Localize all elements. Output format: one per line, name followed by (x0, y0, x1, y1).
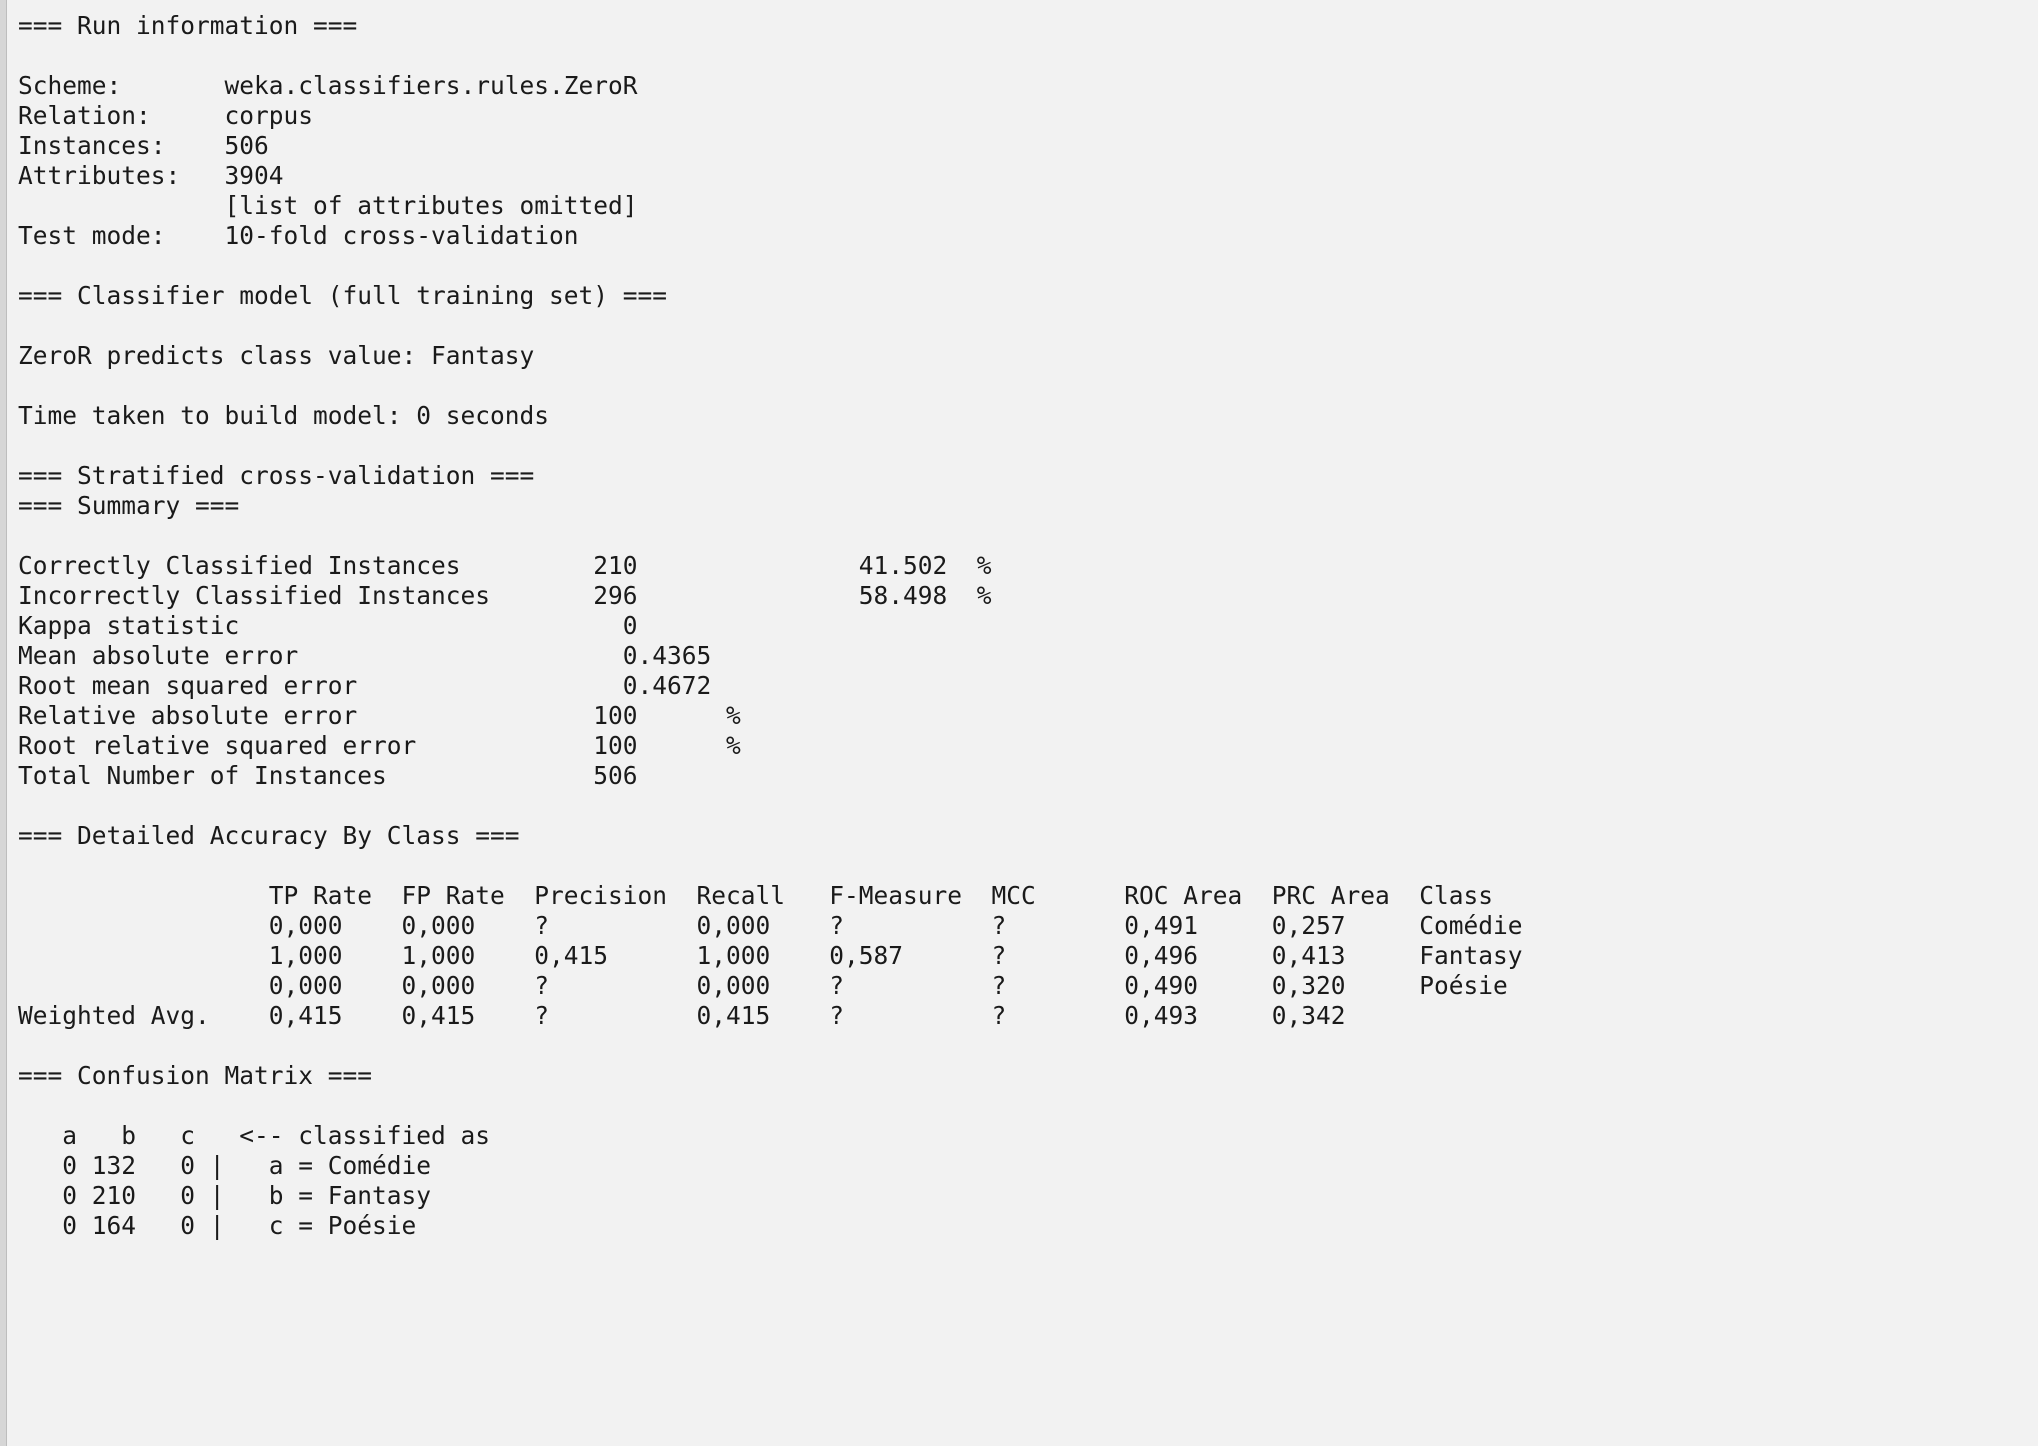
output-line: === Stratified cross-validation === (18, 461, 535, 490)
output-line: Weighted Avg. 0,415 0,415 ? 0,415 ? ? 0,… (18, 1001, 1346, 1030)
output-line: 0,000 0,000 ? 0,000 ? ? 0,490 0,320 Poés… (18, 971, 1508, 1000)
output-line: === Confusion Matrix === (18, 1061, 373, 1090)
output-line: a b c <-- classified as (18, 1121, 491, 1150)
output-line: Mean absolute error 0.4365 (18, 641, 712, 670)
output-line: Attributes: 3904 (18, 161, 284, 190)
output-line: Test mode: 10-fold cross-validation (18, 221, 579, 250)
output-line: Root relative squared error 100 % (18, 731, 741, 760)
output-line: Time taken to build model: 0 seconds (18, 401, 550, 430)
output-line: === Detailed Accuracy By Class === (18, 821, 520, 850)
output-line: 0 164 0 | c = Poésie (18, 1211, 417, 1240)
output-line: === Run information === (18, 11, 358, 40)
output-line: Relation: corpus (18, 101, 314, 130)
output-line: Instances: 506 (18, 131, 269, 160)
output-line: Scheme: weka.classifiers.rules.ZeroR (18, 71, 638, 100)
output-line: Total Number of Instances 506 (18, 761, 638, 790)
output-line: Incorrectly Classified Instances 296 58.… (18, 581, 992, 610)
output-line: 0,000 0,000 ? 0,000 ? ? 0,491 0,257 Comé… (18, 911, 1523, 940)
output-line: 0 132 0 | a = Comédie (18, 1151, 432, 1180)
output-line: ZeroR predicts class value: Fantasy (18, 341, 535, 370)
output-line: Root mean squared error 0.4672 (18, 671, 712, 700)
output-line: Relative absolute error 100 % (18, 701, 741, 730)
output-line: 0 210 0 | b = Fantasy (18, 1181, 432, 1210)
output-line: Correctly Classified Instances 210 41.50… (18, 551, 992, 580)
output-line: 1,000 1,000 0,415 1,000 0,587 ? 0,496 0,… (18, 941, 1523, 970)
output-line: TP Rate FP Rate Precision Recall F-Measu… (18, 881, 1494, 910)
output-line: === Classifier model (full training set)… (18, 281, 668, 310)
output-line: === Summary === (18, 491, 240, 520)
output-line: [list of attributes omitted] (18, 191, 638, 220)
output-line: Kappa statistic 0 (18, 611, 638, 640)
classifier-output-text[interactable]: === Run information === Scheme: weka.cla… (0, 0, 2038, 1446)
